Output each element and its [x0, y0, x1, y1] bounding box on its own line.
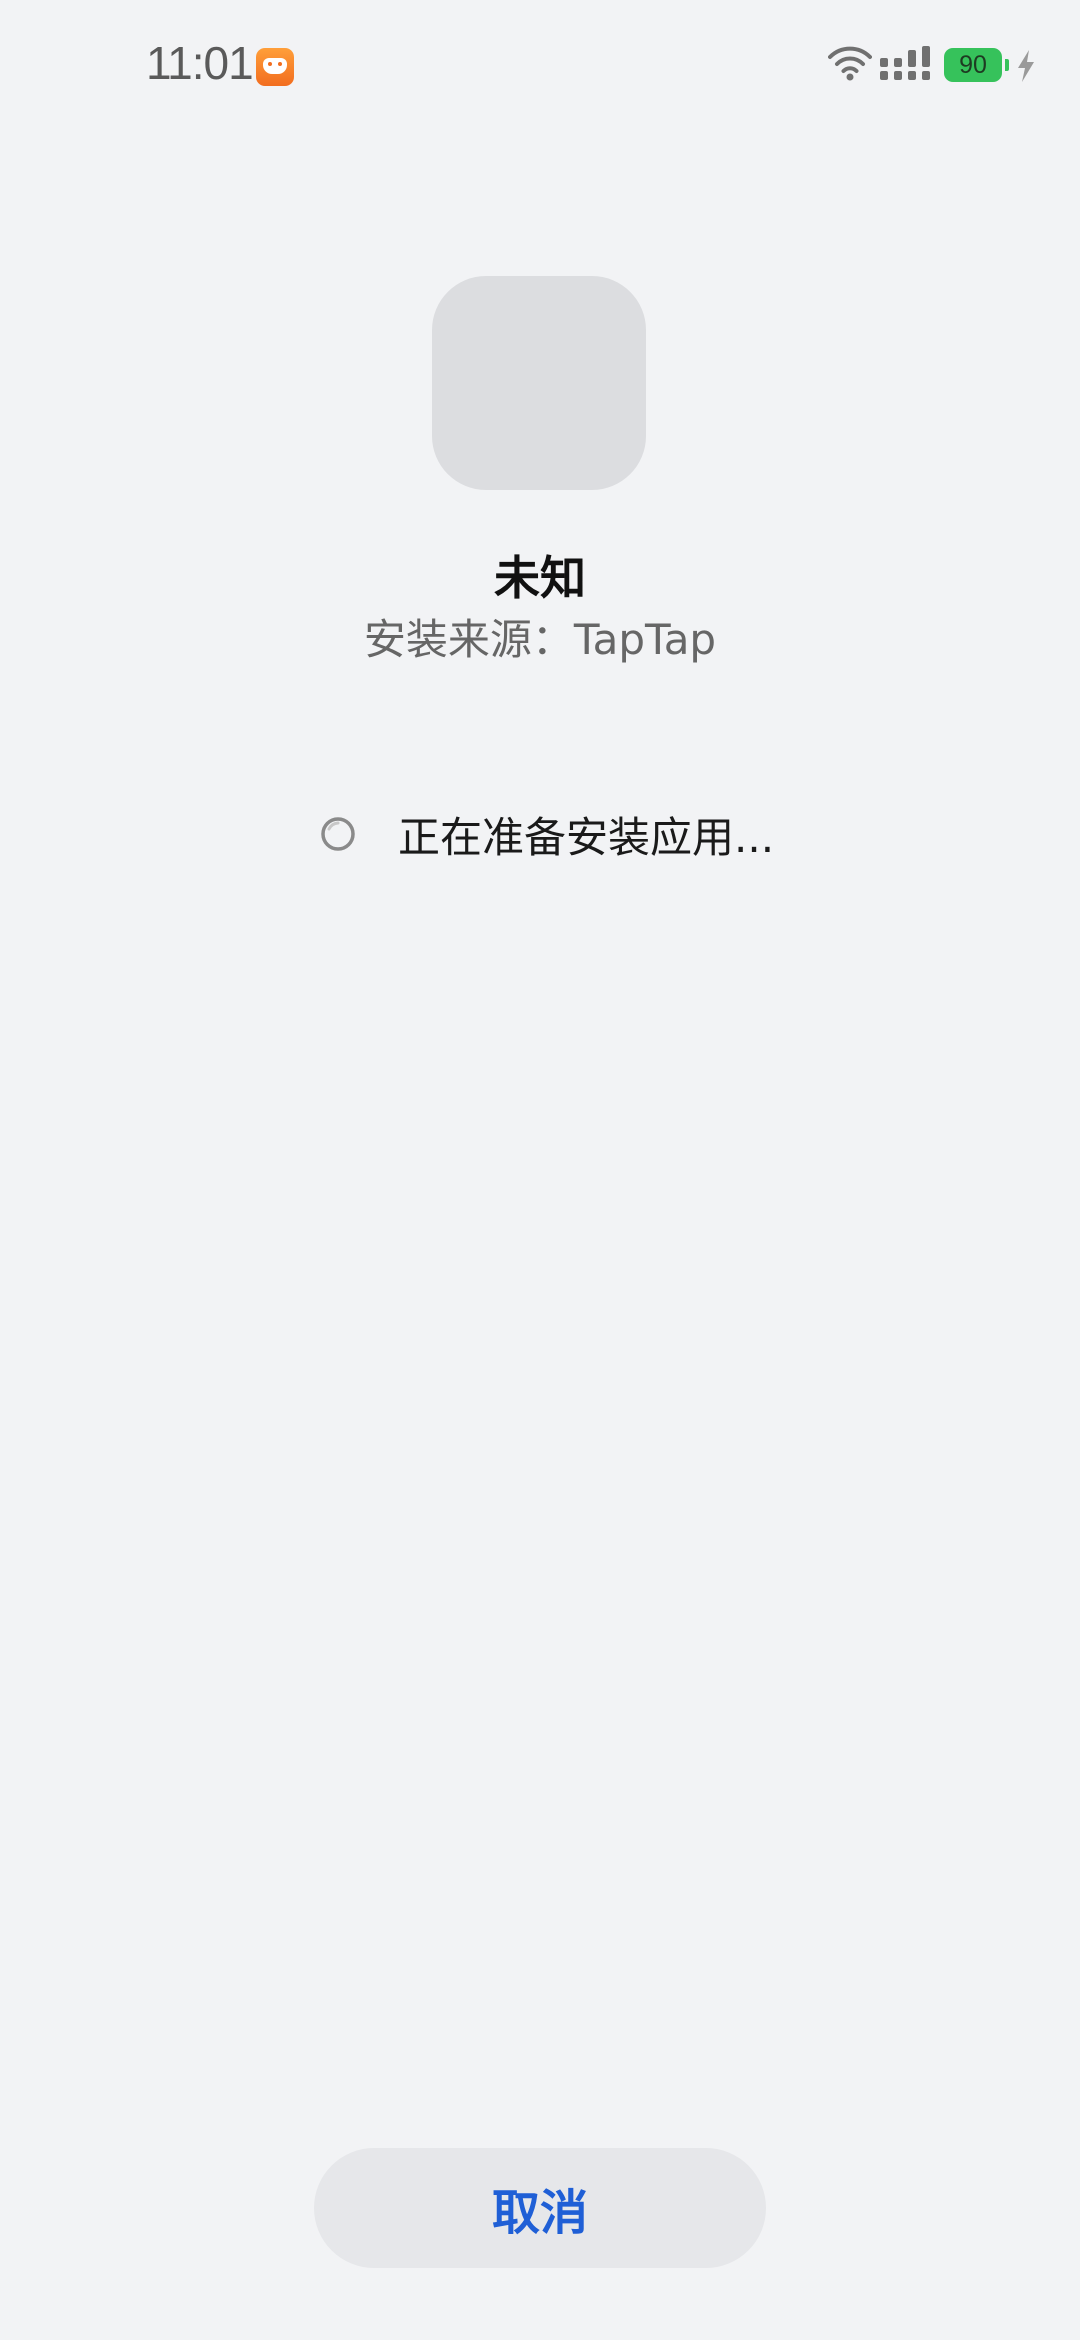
install-source: 安装来源：TapTap — [363, 615, 717, 664]
status-bar: 11:01 90 — [0, 0, 1080, 130]
progress-text: 正在准备安装应用... — [398, 812, 775, 862]
wifi-icon — [828, 46, 872, 81]
cellular-signal-icon — [880, 46, 930, 80]
app-name: 未知 — [494, 551, 586, 605]
battery-indicator: 90 — [944, 48, 1002, 82]
game-controller-icon — [256, 48, 294, 86]
install-screen: 11:01 90 未知 安装来源：TapTap 正在准备安装应用... 取消 — [0, 0, 1080, 2340]
status-time: 11:01 — [146, 37, 254, 89]
charging-bolt-icon — [1018, 50, 1034, 82]
loading-spinner-icon — [321, 817, 355, 851]
app-icon-placeholder — [432, 276, 646, 490]
cancel-button[interactable]: 取消 — [314, 2148, 766, 2268]
install-progress: 正在准备安装应用... — [320, 806, 774, 862]
battery-cap — [1005, 59, 1009, 71]
